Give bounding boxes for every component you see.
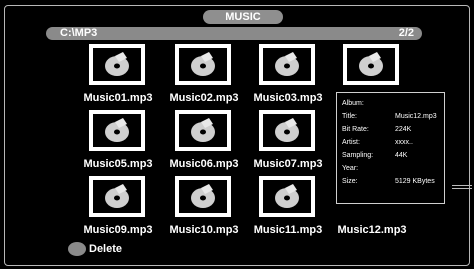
- file-thumbnail: [89, 176, 145, 217]
- info-artist: Artist: xxxx..: [342, 139, 413, 146]
- info-album: Album:: [342, 100, 364, 107]
- page-indicator: 2/2: [398, 27, 414, 39]
- file-thumbnail: [89, 110, 145, 151]
- music-disc-icon: [93, 180, 141, 213]
- info-size: Size: 5129 KBytes: [342, 178, 435, 185]
- music-disc-icon: [263, 48, 311, 81]
- info-artist-label: Artist:: [342, 139, 360, 146]
- delete-label: Delete: [89, 243, 123, 255]
- file-thumbnail: [175, 176, 231, 217]
- file-thumbnail: [343, 44, 399, 85]
- grey-key-icon: [68, 242, 86, 256]
- info-bitrate-label: Bit Rate:: [342, 126, 369, 133]
- info-year: Year:: [342, 165, 358, 172]
- info-sampling-label: Sampling:: [342, 152, 374, 159]
- path-bar: C:\MP3 2/2: [46, 27, 422, 40]
- info-title-label: Title:: [342, 113, 357, 120]
- info-title-value: Music12.mp3: [395, 113, 437, 120]
- file-name: Music11.mp3: [253, 224, 323, 236]
- info-bitrate-value: 224K: [395, 126, 412, 133]
- music-disc-icon: [93, 114, 141, 147]
- info-artist-value: xxxx..: [395, 139, 413, 146]
- file-thumbnail: [175, 44, 231, 85]
- path-text: C:\MP3: [60, 27, 98, 39]
- file-thumbnail: [175, 110, 231, 151]
- music-disc-icon: [263, 114, 311, 147]
- file-info-popup: Album: Title: Music12.mp3 Bit Rate: 224K…: [336, 92, 445, 204]
- info-year-label: Year:: [342, 165, 359, 172]
- music-disc-icon: [179, 114, 227, 147]
- info-size-value: 5129 KBytes: [395, 178, 435, 185]
- file-name: Music12.mp3: [337, 224, 407, 236]
- file-name: Music01.mp3: [83, 92, 153, 104]
- file-name: Music10.mp3: [169, 224, 239, 236]
- music-disc-icon: [347, 48, 395, 81]
- info-album-label: Album:: [342, 100, 364, 107]
- info-sampling: Sampling: 44K: [342, 152, 407, 159]
- music-disc-icon: [263, 180, 311, 213]
- file-thumbnail: [89, 44, 145, 85]
- app-title: MUSIC: [203, 10, 283, 24]
- music-disc-icon: [179, 48, 227, 81]
- music-disc-icon: [179, 180, 227, 213]
- info-title: Title: Music12.mp3: [342, 113, 437, 120]
- file-name: Music07.mp3: [253, 158, 323, 170]
- file-thumbnail: [259, 110, 315, 151]
- file-name: Music03.mp3: [253, 92, 323, 104]
- file-name: Music02.mp3: [169, 92, 239, 104]
- file-name: Music09.mp3: [83, 224, 153, 236]
- info-callout-lines: [452, 185, 472, 189]
- file-name: Music06.mp3: [169, 158, 239, 170]
- file-name: Music05.mp3: [83, 158, 153, 170]
- info-bitrate: Bit Rate: 224K: [342, 126, 411, 133]
- file-thumbnail: [259, 44, 315, 85]
- file-thumbnail: [259, 176, 315, 217]
- info-size-label: Size:: [342, 178, 358, 185]
- music-disc-icon: [93, 48, 141, 81]
- info-sampling-value: 44K: [395, 152, 408, 159]
